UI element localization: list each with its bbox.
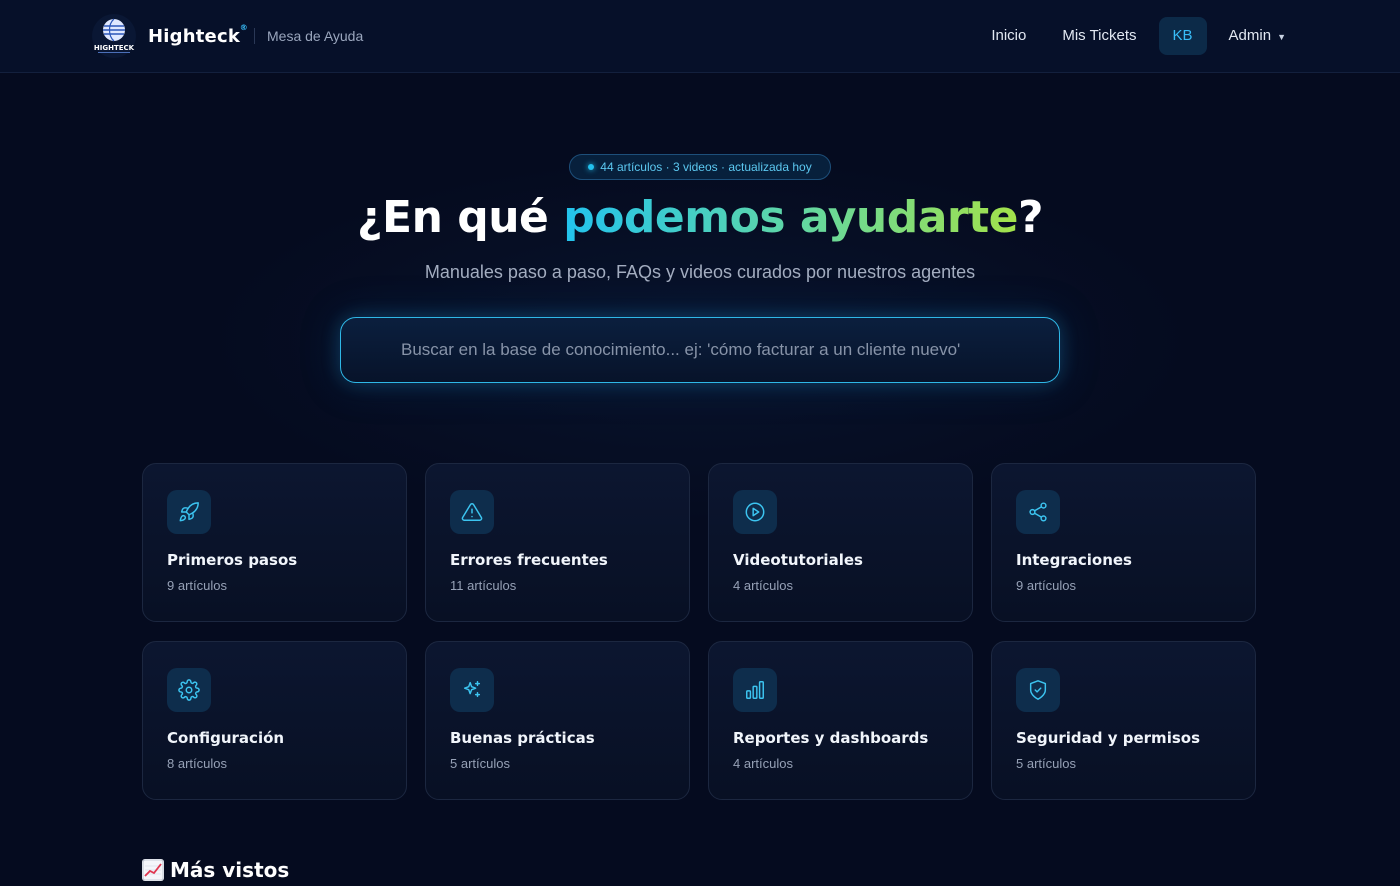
- category-count: 4 artículos: [733, 578, 793, 593]
- highteck-logo: HIGHTECK: [92, 14, 136, 58]
- caret-down-icon: ▼: [1277, 32, 1286, 42]
- category-title: Integraciones: [1016, 551, 1132, 569]
- category-card-configuracion[interactable]: Configuración 8 artículos: [142, 641, 407, 800]
- category-count: 11 artículos: [450, 578, 517, 593]
- sparkles-icon: [450, 668, 494, 712]
- kb-search-input[interactable]: [341, 318, 1059, 382]
- rocket-icon: [167, 490, 211, 534]
- brand-divider: [254, 28, 255, 44]
- category-title: Buenas prácticas: [450, 729, 595, 747]
- nav-admin-label: Admin: [1228, 27, 1272, 44]
- brand-subtitle: Mesa de Ayuda: [267, 28, 364, 44]
- category-count: 5 artículos: [1016, 756, 1076, 771]
- brand[interactable]: HIGHTECK Highteck ® Mesa de Ayuda: [92, 14, 363, 58]
- logo-text: HIGHTECK: [94, 44, 135, 52]
- category-title: Videotutoriales: [733, 551, 863, 569]
- category-title: Seguridad y permisos: [1016, 729, 1200, 747]
- play-circle-icon: [733, 490, 777, 534]
- page-subtitle: Manuales paso a paso, FAQs y videos cura…: [424, 262, 976, 282]
- category-grid: Primeros pasos 9 artículos Errores frecu…: [142, 463, 1258, 800]
- nav-kb[interactable]: KB: [1158, 17, 1207, 55]
- category-card-errores-frecuentes[interactable]: Errores frecuentes 11 artículos: [425, 463, 690, 622]
- share-nodes-icon: [1016, 490, 1060, 534]
- chart-trend-icon: [142, 859, 164, 881]
- nav-inicio[interactable]: Inicio: [973, 17, 1044, 55]
- kb-stats-badge: 44 artículos · 3 videos · actualizada ho…: [569, 154, 831, 180]
- warning-triangle-icon: [450, 490, 494, 534]
- top-navbar: HIGHTECK Highteck ® Mesa de Ayuda Inicio …: [0, 0, 1400, 73]
- most-viewed-heading: Más vistos: [142, 858, 289, 882]
- kb-stats-text: 44 artículos · 3 videos · actualizada ho…: [600, 160, 812, 174]
- bar-chart-icon: [733, 668, 777, 712]
- page-title: ¿En qué podemos ayudarte?: [0, 192, 1400, 243]
- category-card-reportes[interactable]: Reportes y dashboards 4 artículos: [708, 641, 973, 800]
- gear-icon: [167, 668, 211, 712]
- nav-mis-tickets[interactable]: Mis Tickets: [1044, 17, 1154, 55]
- status-dot-icon: [588, 164, 595, 170]
- shield-check-icon: [1016, 668, 1060, 712]
- category-count: 5 artículos: [450, 756, 510, 771]
- category-card-primeros-pasos[interactable]: Primeros pasos 9 artículos: [142, 463, 407, 622]
- category-card-seguridad[interactable]: Seguridad y permisos 5 artículos: [991, 641, 1256, 800]
- category-count: 4 artículos: [733, 756, 793, 771]
- category-card-videotutoriales[interactable]: Videotutoriales 4 artículos: [708, 463, 973, 622]
- category-count: 9 artículos: [167, 578, 227, 593]
- main-nav: Inicio Mis Tickets KB Admin ▼: [973, 17, 1304, 55]
- category-title: Configuración: [167, 729, 285, 747]
- title-highlight: podemos ayudarte: [563, 192, 1018, 243]
- category-title: Primeros pasos: [167, 551, 298, 569]
- category-card-buenas-practicas[interactable]: Buenas prácticas 5 artículos: [425, 641, 690, 800]
- category-count: 8 artículos: [167, 756, 227, 771]
- most-viewed-title: Más vistos: [170, 858, 290, 882]
- category-title: Errores frecuentes: [450, 551, 608, 569]
- category-title: Reportes y dashboards: [733, 729, 929, 747]
- brand-name: Highteck ®: [148, 22, 248, 47]
- kb-search-box: [340, 317, 1060, 383]
- nav-admin-dropdown[interactable]: Admin ▼: [1211, 17, 1304, 55]
- category-card-integraciones[interactable]: Integraciones 9 artículos: [991, 463, 1256, 622]
- title-suffix: ?: [1017, 192, 1044, 243]
- title-prefix: ¿En qué: [357, 192, 564, 243]
- category-count: 9 artículos: [1016, 578, 1076, 593]
